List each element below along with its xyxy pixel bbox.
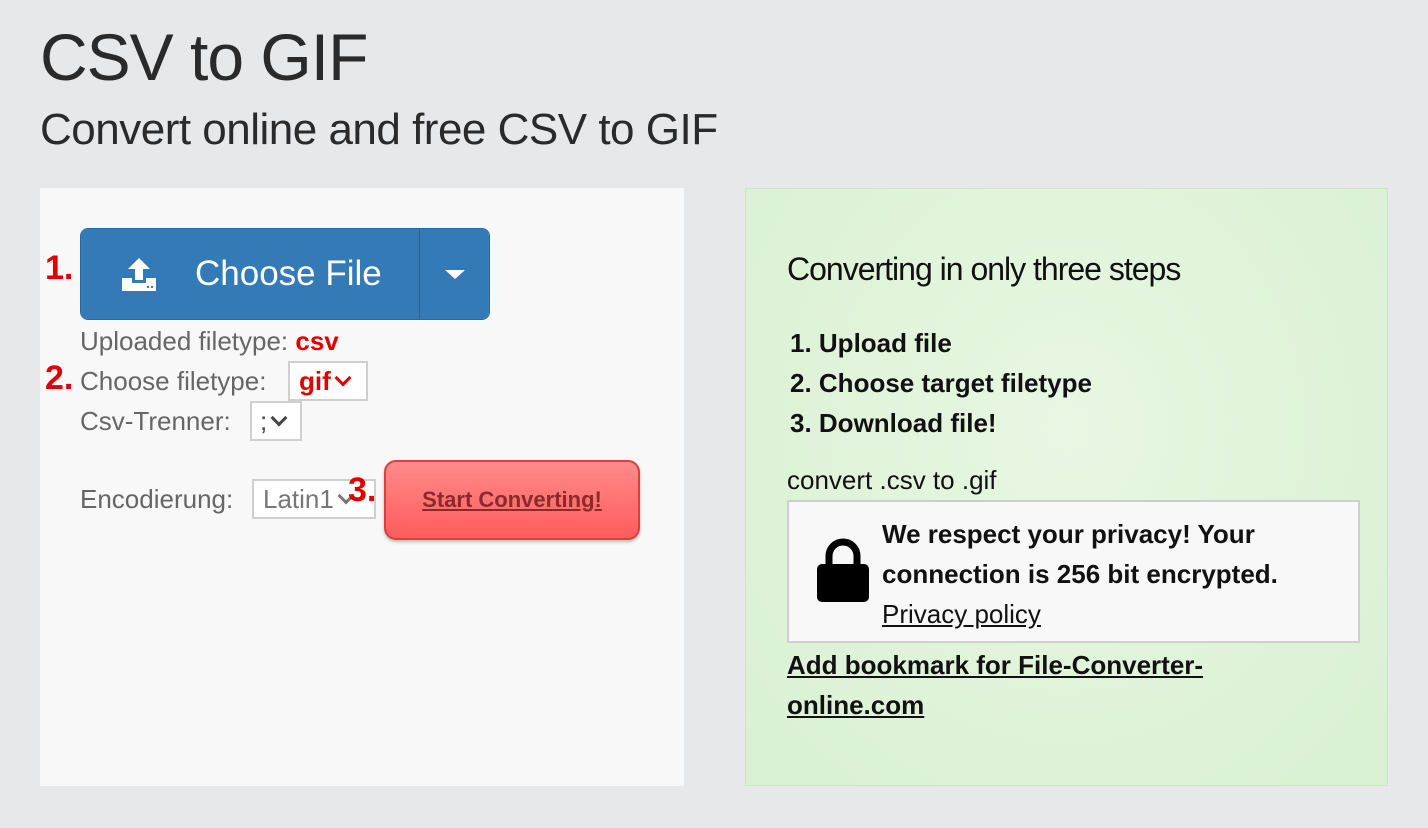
step-item-choose-target: 2. Choose target filetype: [790, 368, 1092, 398]
info-panel: Converting in only three steps 1. Upload…: [745, 188, 1388, 786]
start-converting-button[interactable]: Start Converting!: [384, 460, 640, 540]
page-subtitle: Convert online and free CSV to GIF: [40, 105, 718, 154]
add-bookmark-link[interactable]: Add bookmark for File-Converter-online.c…: [787, 645, 1267, 725]
choose-file-group: Choose File: [80, 228, 490, 320]
privacy-policy-link[interactable]: Privacy policy: [882, 594, 1041, 634]
uploaded-filetype-label: Uploaded filetype:: [80, 326, 289, 356]
csv-separator-label: Csv-Trenner:: [80, 406, 231, 436]
page-title: CSV to GIF: [40, 20, 368, 94]
steps-heading: Converting in only three steps: [787, 251, 1181, 287]
choose-filetype-label: Choose filetype:: [80, 366, 267, 396]
chevron-down-icon: [270, 409, 288, 427]
step-number-3: 3.: [348, 471, 377, 509]
step-item-upload: 1. Upload file: [790, 328, 952, 358]
step-number-2: 2.: [45, 359, 74, 397]
step-item-download: 3. Download file!: [790, 408, 997, 438]
choose-file-label: Choose File: [195, 254, 382, 293]
encoding-label: Encodierung:: [80, 484, 234, 514]
chevron-down-icon: [334, 369, 352, 387]
lock-icon: [817, 538, 869, 602]
privacy-notice: We respect your privacy! Your connection…: [787, 500, 1360, 643]
privacy-text: We respect your privacy! Your connection…: [882, 519, 1278, 589]
csv-separator-select[interactable]: ;: [250, 401, 302, 441]
filetype-select[interactable]: gif: [288, 361, 368, 401]
csv-separator-value: ;: [260, 406, 268, 436]
choose-file-button[interactable]: Choose File: [81, 229, 419, 319]
step-number-1: 1.: [45, 249, 74, 287]
choose-file-dropdown-button[interactable]: [419, 229, 489, 319]
caret-down-icon: [444, 269, 465, 279]
filetype-select-value: gif: [299, 366, 331, 396]
uploaded-filetype-value: csv: [295, 326, 339, 356]
converter-panel: 1. Choose File Uploaded filetype: csv 2.…: [40, 188, 684, 786]
encoding-select-value: Latin1: [263, 484, 334, 514]
convert-note: convert .csv to .gif: [787, 465, 997, 495]
upload-icon: [122, 258, 156, 291]
steps-list: 1. Upload file 2. Choose target filetype…: [790, 323, 1092, 443]
uploaded-filetype-row: Uploaded filetype: csv: [80, 326, 339, 356]
